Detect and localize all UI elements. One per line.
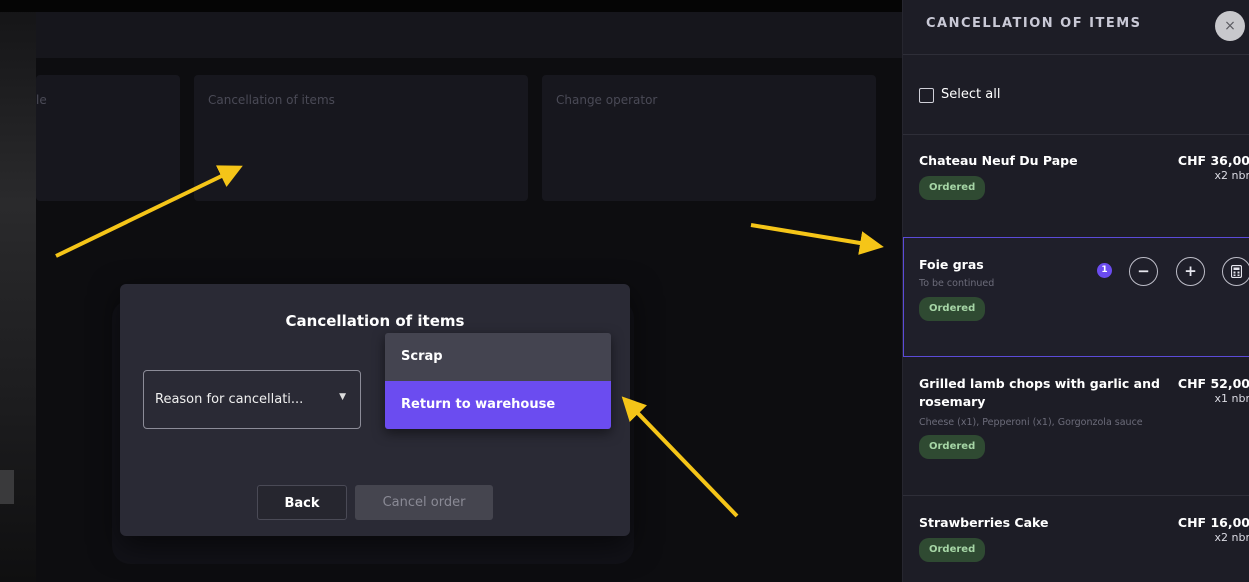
item-price: CHF 16,00 [1177,515,1249,530]
checkbox-icon[interactable] [919,88,934,103]
status-badge: Ordered [919,176,986,200]
action-card-label: Cancellation of items [208,93,335,107]
background-strip [0,0,36,582]
plus-icon[interactable]: + [1176,257,1205,286]
back-button[interactable]: Back [257,485,347,520]
panel-header: CANCELLATION OF ITEMS × [903,0,1249,55]
minus-icon[interactable]: − [1129,257,1158,286]
reason-select-value: Reason for cancellati... [155,392,304,407]
status-badge: Ordered [919,538,986,562]
calculator-glyph [1231,265,1242,278]
option-return-to-warehouse[interactable]: Return to warehouse [385,381,611,429]
option-scrap[interactable]: Scrap [385,333,611,381]
item-name: Strawberries Cake [919,515,1049,530]
item-name-cont: rosemary [919,394,986,409]
action-card-label: le [36,93,47,107]
item-name: Foie gras [919,257,984,272]
list-item-foie-gras[interactable]: Foie gras To be continued Ordered 1 − + [903,237,1249,357]
status-badge: Ordered [919,435,986,459]
action-card-label: Change operator [556,93,658,107]
modal-title: Cancellation of items [285,312,465,330]
action-card-partial[interactable]: le [36,75,180,201]
item-price: CHF 36,00 [1177,153,1249,168]
item-price: CHF 52,00 [1177,376,1249,391]
list-item-strawberries-cake[interactable]: Strawberries Cake CHF 16,00 x2 nbr Order… [903,496,1249,582]
item-name: Grilled lamb chops with garlic and [919,376,1160,391]
reason-dropdown: Scrap Return to warehouse [385,333,611,429]
action-card-cancellation[interactable]: Cancellation of items [194,75,528,201]
quantity-count: 1 [1097,263,1112,278]
top-bar [36,12,902,58]
item-name: Chateau Neuf Du Pape [919,153,1078,168]
status-badge: Ordered [919,297,986,321]
chevron-down-icon: ▼ [339,392,346,402]
background-spot [0,470,14,504]
item-modifiers: Cheese (x1), Pepperoni (x1), Gorgonzola … [919,417,1143,428]
screen: le Cancellation of items Change operator… [0,0,1249,582]
close-icon[interactable]: × [1215,11,1245,41]
item-qty: x2 nbr [1214,169,1249,182]
cancellation-modal: Cancellation of items Reason for cancell… [120,284,630,536]
calculator-icon[interactable] [1222,257,1249,286]
item-qty: x2 nbr [1214,531,1249,544]
reason-select[interactable]: Reason for cancellati... ▼ [143,370,361,429]
list-item-chateau[interactable]: Chateau Neuf Du Pape CHF 36,00 x2 nbr Or… [903,134,1249,237]
select-all-label: Select all [941,87,1001,102]
list-item-lamb-chops[interactable]: Grilled lamb chops with garlic and rosem… [903,357,1249,495]
item-note: To be continued [919,278,995,289]
panel-title: CANCELLATION OF ITEMS [926,16,1142,31]
cancel-order-button[interactable]: Cancel order [355,485,493,520]
action-card-change-operator[interactable]: Change operator [542,75,876,201]
item-qty: x1 nbr [1214,392,1249,405]
cancellation-panel: CANCELLATION OF ITEMS × Select all Chate… [902,0,1249,582]
